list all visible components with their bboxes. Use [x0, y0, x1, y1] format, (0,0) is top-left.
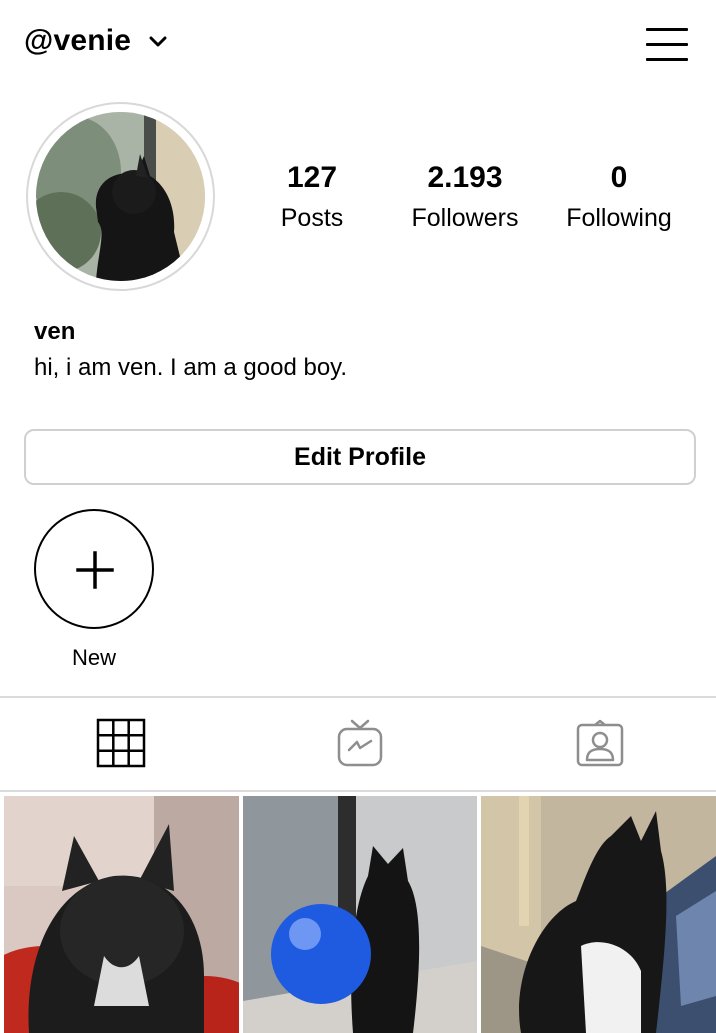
stat-followers[interactable]: 2.193 Followers [395, 160, 535, 238]
post-thumbnail[interactable] [481, 796, 716, 1033]
plus-icon [76, 551, 114, 589]
stat-posts[interactable]: 127 Posts [262, 160, 362, 238]
igtv-icon [337, 719, 383, 767]
tab-igtv[interactable] [335, 718, 385, 768]
profile-name: ven [34, 318, 76, 345]
post-thumbnail[interactable] [243, 796, 477, 1033]
post-thumbnail[interactable] [4, 796, 239, 1033]
followers-count: 2.193 [427, 161, 503, 194]
posts-label: Posts [280, 204, 344, 232]
chevron-down-icon [149, 35, 167, 47]
grid-icon [96, 718, 146, 768]
avatar-photo [36, 112, 205, 281]
stat-following[interactable]: 0 Following [556, 160, 682, 238]
followers-label: Followers [411, 204, 519, 232]
profile-tabs [0, 698, 716, 790]
following-label: Following [566, 204, 672, 232]
profile-avatar[interactable] [26, 102, 215, 291]
new-highlight-label: New [71, 645, 116, 670]
username: @venie [24, 24, 132, 57]
profile-bio: hi, i am ven. I am a good boy. [34, 354, 348, 381]
following-count: 0 [610, 161, 628, 194]
new-highlight-button[interactable] [34, 509, 154, 629]
posts-count: 127 [286, 161, 338, 194]
tab-posts-grid[interactable] [96, 718, 146, 768]
top-bar: @venie [0, 0, 716, 92]
profile-screen: @venie 127 Posts 2.193 Followers 0 Follo… [0, 0, 716, 1033]
account-switcher[interactable]: @venie [24, 24, 167, 58]
edit-profile-button[interactable]: Edit Profile [24, 429, 696, 485]
hamburger-menu-icon[interactable] [646, 28, 688, 62]
tagged-person-icon [576, 719, 624, 767]
tab-tagged[interactable] [575, 718, 625, 768]
tabs-bottom-divider [0, 790, 716, 792]
